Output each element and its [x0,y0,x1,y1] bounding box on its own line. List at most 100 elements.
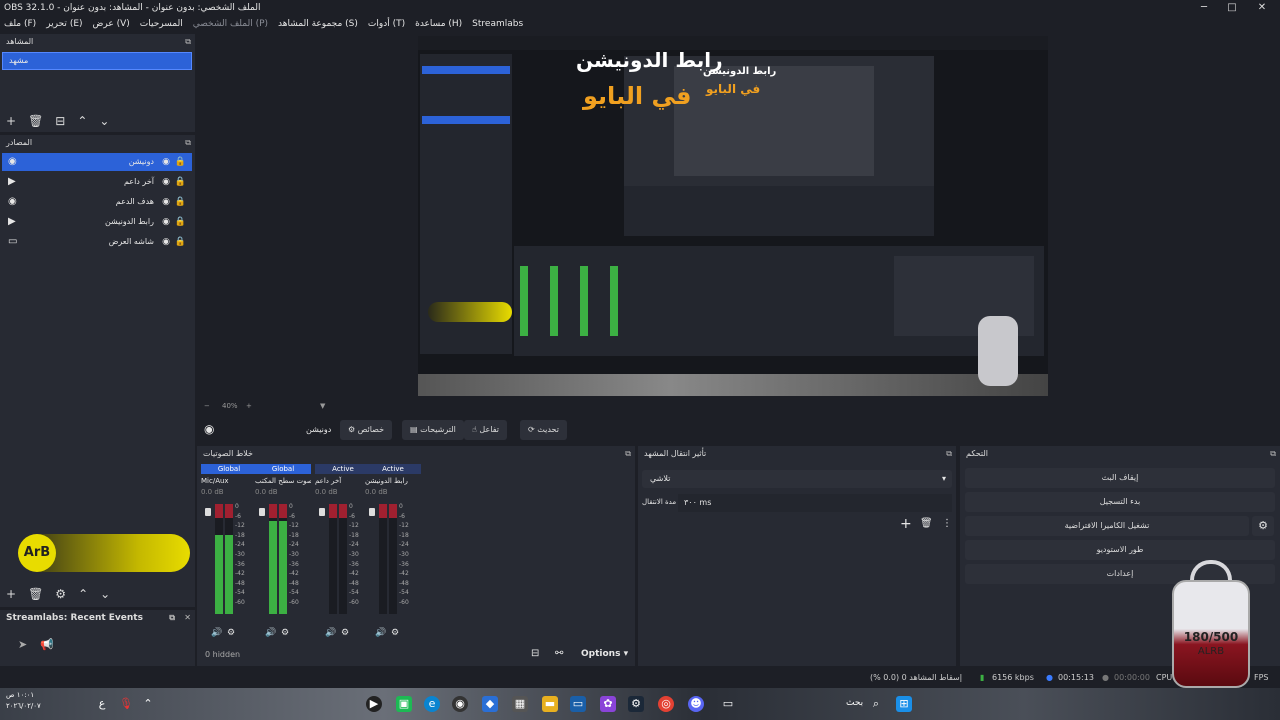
language-icon[interactable]: ع [94,696,110,712]
layout-icon[interactable]: ⊟ [531,648,539,659]
interact-button[interactable]: ☝ تفاعل [464,420,507,440]
vpn-icon[interactable]: ◆ [482,696,498,712]
eye-icon[interactable]: ◉ [162,173,170,191]
channel-gear-icon[interactable]: ⚙ [281,628,289,638]
volume-fader[interactable] [259,508,265,516]
virtual-camera-button[interactable]: تشغيل الكاميرا الافتراضية [965,516,1249,536]
properties-button[interactable]: ⚙ خصائص [340,420,393,440]
lock-icon[interactable]: 🔒 [175,213,186,231]
transition-select[interactable]: تلاشي ▾ [642,470,952,488]
eye-icon[interactable]: ◉ [162,153,170,171]
undock-icon[interactable]: ⧉ [185,34,191,50]
search-icon[interactable]: ⌕ [868,696,884,712]
task-view-icon[interactable]: ▭ [720,696,736,712]
megaphone-icon[interactable]: 📢 [40,638,54,651]
refresh-button[interactable]: ⟳ تحديث [520,420,567,440]
eye-icon[interactable]: ◉ [162,233,170,251]
undock-icon[interactable]: ⧉ [185,135,191,151]
volume-fader[interactable] [369,508,375,516]
trash-icon[interactable]: 🗑 [920,518,933,529]
lock-icon[interactable]: 🔒 [175,173,186,191]
stop-streaming-button[interactable]: إيقاف البث [965,468,1275,488]
duration-input[interactable]: ٣٠٠ ms [678,494,952,512]
channel-gear-icon[interactable]: ⚙ [391,628,399,638]
source-item[interactable]: ▭ شاشه العرض ◉ 🔒 [2,233,192,251]
store-icon[interactable]: ▦ [512,696,528,712]
studio-mode-button[interactable]: طور الاستوديو [965,540,1275,560]
start-recording-button[interactable]: بدء التسجيل [965,492,1275,512]
steam-icon[interactable]: ⚙ [628,696,644,712]
folder-icon[interactable]: ▬ [542,696,558,712]
photos-icon[interactable]: ✿ [600,696,616,712]
undock-icon[interactable]: ⧉ [1270,446,1276,462]
down-arrow-icon[interactable]: ⌄ [99,114,109,128]
channel-name[interactable]: Mic/Aux [201,474,257,488]
eye-icon[interactable]: ◉ [162,213,170,231]
program-preview[interactable]: رابط الدونيشن في البايو رابط الدونيشن في… [418,36,1048,396]
menu-file[interactable]: ملف (F) [4,19,36,29]
lock-icon[interactable]: 🔒 [175,233,186,251]
channel-name[interactable]: صوت سطح المكتب [255,474,311,488]
volume-fader[interactable] [205,508,211,516]
undock-icon[interactable]: ⧉ [625,446,631,462]
menu-edit[interactable]: تحرير (E) [46,19,82,29]
trash-icon[interactable]: 🗑 [28,587,43,601]
mic-icon[interactable]: 🎙 [118,696,134,712]
more-icon[interactable]: ⋮ [942,518,952,529]
tray-chevron-icon[interactable]: ⌃ [140,696,156,712]
undock-icon[interactable]: ⧉ [946,446,952,462]
add-icon[interactable]: + [900,516,912,532]
start-icon[interactable]: ⊞ [896,696,912,712]
up-arrow-icon[interactable]: ⌃ [77,114,87,128]
gear-icon[interactable]: ⚙ [55,587,66,601]
zoom-out-icon[interactable]: − [204,402,210,410]
menu-scene-collection[interactable]: مجموعة المشاهد (S) [278,19,358,29]
menu-tools[interactable]: أدوات (T) [368,19,405,29]
channel-name[interactable]: آخر داعم [315,474,371,488]
media-player-icon[interactable]: ▶ [366,696,382,712]
eye-icon[interactable]: ◉ [162,193,170,211]
close-icon[interactable]: ✕ [184,610,191,626]
menu-docks[interactable]: المسرحيات [140,19,183,29]
lock-icon[interactable]: 🔒 [175,193,186,211]
trash-icon[interactable]: 🗑 [28,114,43,128]
close-icon[interactable]: ✕ [1246,0,1278,16]
window-icon[interactable]: ▭ [570,696,586,712]
source-item[interactable]: ◉ هدف الدعم ◉ 🔒 [2,193,192,211]
down-arrow-icon[interactable]: ⌄ [100,587,110,601]
menu-streamlabs[interactable]: Streamlabs [472,19,523,29]
zoom-dropdown-icon[interactable]: ▼ [320,402,325,410]
menu-view[interactable]: عرض (V) [93,19,130,29]
link-icon[interactable]: ⚯ [555,648,563,659]
channel-gear-icon[interactable]: ⚙ [341,628,349,638]
menu-help[interactable]: مساعدة (H) [415,19,462,29]
channel-gear-icon[interactable]: ⚙ [227,628,235,638]
maximize-icon[interactable]: □ [1216,0,1248,16]
channel-name[interactable]: رابط الدونيشن [365,474,421,488]
options-button[interactable]: Options ▾ [581,649,628,659]
gear-icon[interactable]: ⚙ [1252,516,1274,536]
speaker-icon[interactable]: 🔊 [265,628,276,638]
obs-icon[interactable]: ◉ [452,696,468,712]
speaker-icon[interactable]: 🔊 [375,628,386,638]
zoom-in-icon[interactable]: + [246,402,252,410]
add-icon[interactable]: + [6,587,16,601]
add-icon[interactable]: + [6,114,16,128]
lock-icon[interactable]: 🔒 [175,153,186,171]
speaker-icon[interactable]: 🔊 [325,628,336,638]
up-arrow-icon[interactable]: ⌃ [78,587,88,601]
scene-item-selected[interactable]: مشهد [2,52,192,70]
discord-icon[interactable]: ☻ [688,696,704,712]
taskbar-search-label[interactable]: بحث [846,698,863,708]
app-icon[interactable]: ▣ [396,696,412,712]
undock-icon[interactable]: ⧉ [169,610,175,626]
filters-button[interactable]: ▤ الترشيحات [402,420,464,440]
speaker-icon[interactable]: 🔊 [211,628,222,638]
source-item[interactable]: ◉ دونيشن ◉ 🔒 [2,153,192,171]
edge-icon[interactable]: e [424,696,440,712]
source-item[interactable]: ▶ آخر داعم ◉ 🔒 [2,173,192,191]
chrome-icon[interactable]: ◎ [658,696,674,712]
volume-fader[interactable] [319,508,325,516]
source-item[interactable]: ▶ رابط الدونيشن ◉ 🔒 [2,213,192,231]
menu-profile[interactable]: الملف الشخصي (P) [193,19,268,29]
